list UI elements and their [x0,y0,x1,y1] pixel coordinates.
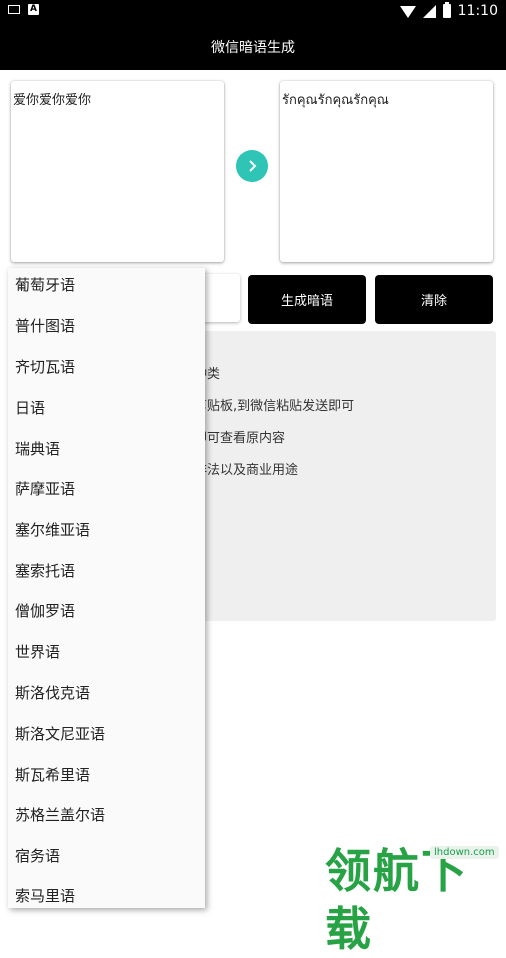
language-option[interactable]: 世界语 [15,641,60,662]
battery-icon [442,2,451,18]
generate-button[interactable]: 生成暗语 [248,275,366,324]
language-option[interactable]: 斯洛伐克语 [15,682,90,703]
language-dropdown-menu[interactable]: 葡萄牙语 普什图语 齐切瓦语 日语 瑞典语 萨摩亚语 塞尔维亚语 塞索托语 僧伽… [8,268,205,908]
language-option[interactable]: 僧伽罗语 [15,600,75,621]
signal-icon [422,4,436,18]
chevron-right-icon [249,160,257,172]
language-option[interactable]: 葡萄牙语 [15,274,75,295]
watermark-logo: 领航下载 [325,844,469,956]
language-option[interactable]: 索马里语 [15,885,75,906]
language-option[interactable]: 塞索托语 [15,560,75,581]
output-text: รักคุณรักคุณรักคุณ [282,93,389,108]
input-text: 爱你爱你爱你 [13,93,92,108]
language-option[interactable]: 瑞典语 [15,438,60,459]
language-option[interactable]: 苏格兰盖尔语 [15,804,105,825]
status-time: 11:10 [457,3,498,19]
translate-arrow-button[interactable] [236,150,268,182]
language-option[interactable]: 齐切瓦语 [15,356,75,377]
generate-button-label: 生成暗语 [280,294,333,309]
status-notifications: A [8,4,39,15]
wifi-icon [399,6,416,18]
keyboard-icon [8,5,20,14]
language-option[interactable]: 宿务语 [15,845,60,866]
info-line: 非法以及商业用途 [194,463,299,478]
language-option[interactable]: 日语 [15,397,45,418]
language-option[interactable]: 塞尔维亚语 [15,519,90,540]
info-line: 剪贴板,到微信粘贴发送即可 [194,399,355,414]
app-bar: 微信暗语生成 [0,24,506,70]
language-option[interactable]: 萨摩亚语 [15,478,75,499]
notification-a-icon: A [28,4,39,15]
output-textarea[interactable]: รักคุณรักคุณรักคุณ [280,81,493,262]
clear-button[interactable]: 清除 [375,275,493,324]
app-title: 微信暗语生成 [211,40,295,56]
language-option[interactable]: 普什图语 [15,315,75,336]
input-textarea[interactable]: 爱你爱你爱你 [11,81,224,262]
watermark-url: lhdown.com [430,846,499,859]
status-indicators: 11:10 [399,2,498,19]
info-line: 即可查看原内容 [194,431,286,446]
clear-button-label: 清除 [420,294,447,309]
language-option[interactable]: 斯瓦希里语 [15,764,90,785]
status-bar: A 11:10 [0,0,506,24]
language-option[interactable]: 斯洛文尼亚语 [15,723,105,744]
